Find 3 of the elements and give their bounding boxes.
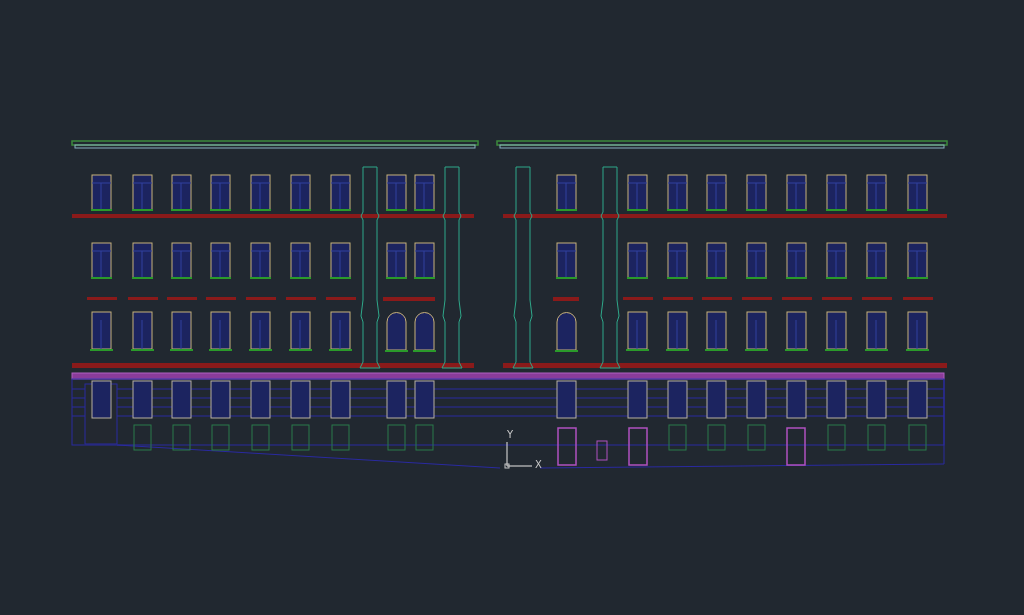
x-axis-label: X bbox=[535, 459, 542, 470]
ucs-icon bbox=[504, 441, 533, 469]
y-axis-label: Y bbox=[507, 429, 514, 440]
